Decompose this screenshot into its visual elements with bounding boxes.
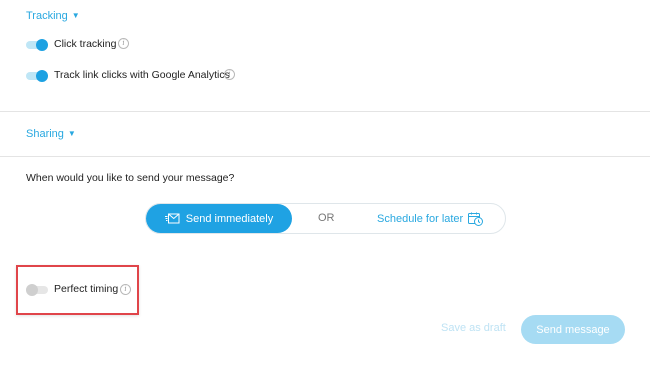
toggle-knob	[26, 284, 38, 296]
ga-tracking-label: Track link clicks with Google Analytics	[54, 69, 230, 81]
tracking-section-toggle[interactable]: Tracking ▼	[26, 10, 80, 22]
schedule-later-button[interactable]: Schedule for later	[377, 204, 484, 233]
sharing-section-toggle[interactable]: Sharing ▼	[26, 128, 76, 140]
tracking-label: Tracking	[26, 10, 68, 22]
send-immediately-button[interactable]: Send immediately	[146, 204, 292, 233]
toggle-knob	[36, 70, 48, 82]
section-divider	[0, 111, 650, 112]
save-as-draft-button[interactable]: Save as draft	[441, 322, 506, 334]
caret-down-icon: ▼	[67, 129, 76, 138]
perfect-timing-label: Perfect timing	[54, 283, 119, 295]
schedule-question: When would you like to send your message…	[26, 172, 235, 184]
click-tracking-label: Click tracking	[54, 38, 117, 50]
send-immediately-label: Send immediately	[185, 212, 274, 225]
section-divider	[0, 156, 650, 157]
send-time-selector: Send immediately OR Schedule for later	[145, 203, 506, 234]
calendar-clock-icon	[468, 212, 484, 226]
envelope-icon	[164, 213, 180, 224]
ga-tracking-info-icon[interactable]: i	[224, 69, 235, 80]
send-message-label: Send message	[536, 323, 610, 336]
send-message-button[interactable]: Send message	[521, 315, 625, 344]
perfect-timing-toggle[interactable]	[26, 284, 48, 296]
toggle-knob	[36, 39, 48, 51]
ga-tracking-toggle[interactable]	[26, 70, 48, 82]
schedule-later-label: Schedule for later	[377, 212, 464, 225]
sharing-label: Sharing	[26, 128, 64, 140]
click-tracking-info-icon[interactable]: i	[118, 38, 129, 49]
caret-down-icon: ▼	[71, 11, 80, 20]
click-tracking-toggle[interactable]	[26, 39, 48, 51]
perfect-timing-info-icon[interactable]: i	[120, 284, 131, 295]
or-separator: OR	[318, 212, 335, 224]
